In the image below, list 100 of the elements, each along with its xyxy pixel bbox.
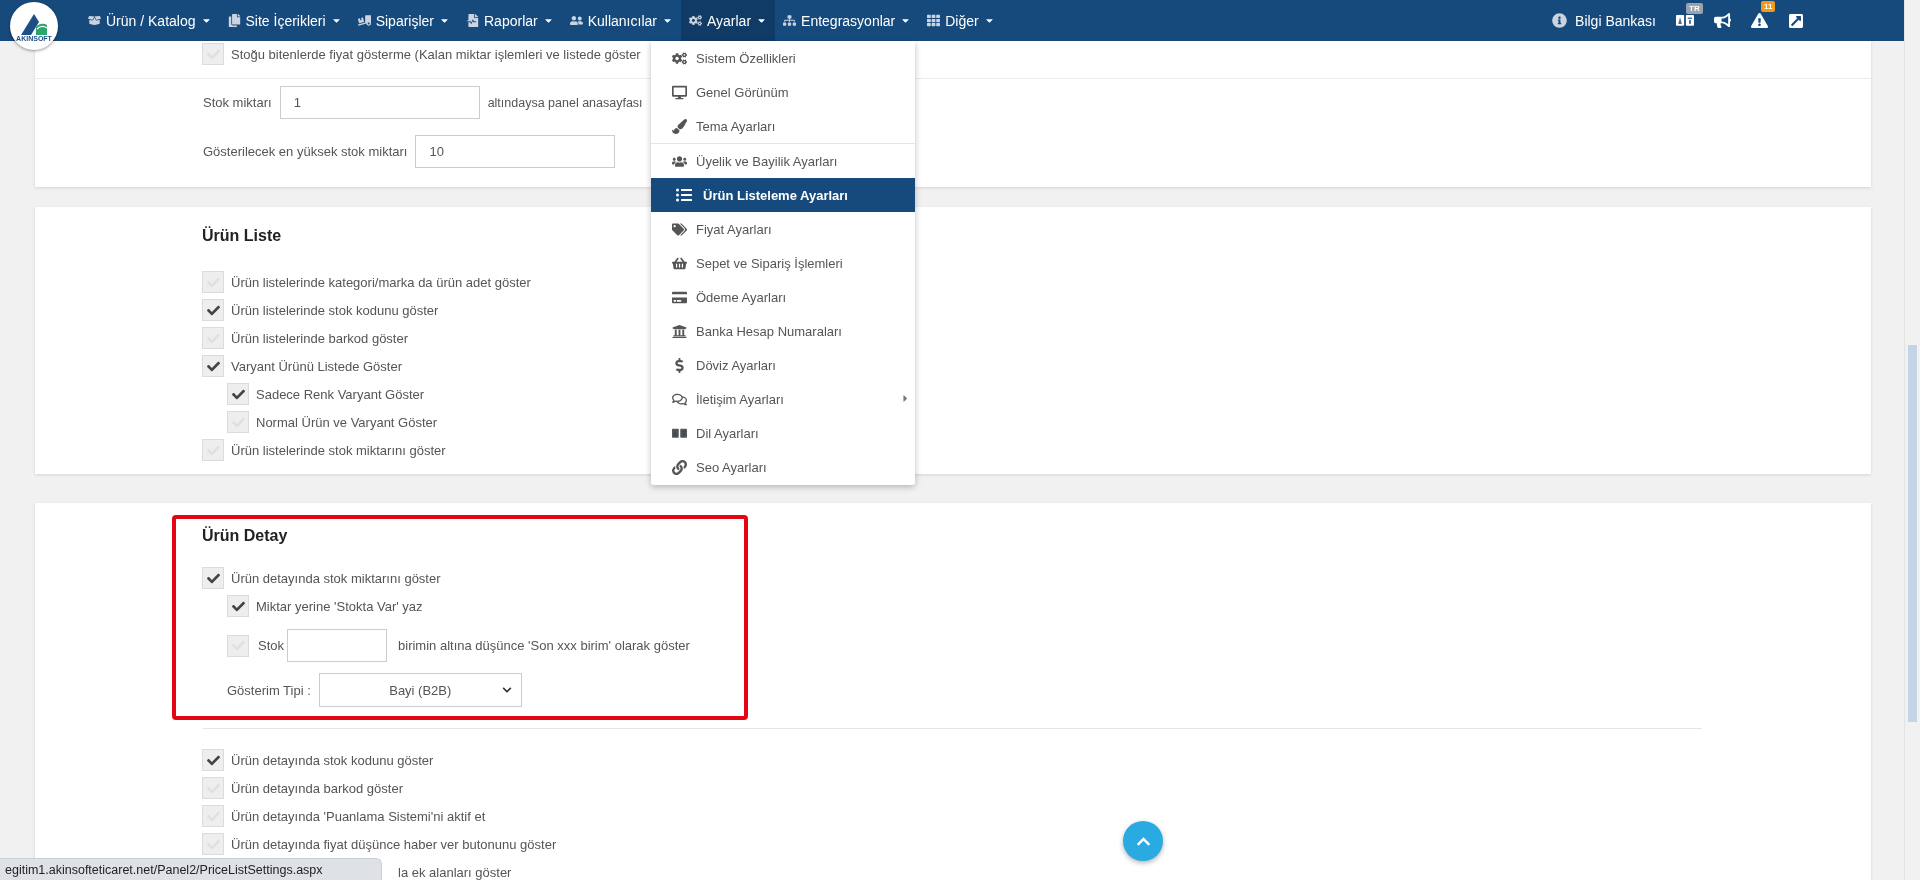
option-label: Ürün detayında barkod göster: [231, 780, 403, 796]
field-label: Gösterilecek en yüksek stok miktarı: [203, 144, 408, 159]
dropdown-item[interactable]: Fiyat Ayarları: [651, 212, 915, 246]
basket-icon: [672, 255, 687, 271]
box-icon: [88, 14, 101, 27]
status-bar-url: egitim1.akinsofteticaret.net/Panel2/PriceListSettings.aspx: [0, 858, 382, 880]
dropdown-item[interactable]: Ödeme Ayarları: [651, 280, 915, 314]
monitor-icon: [672, 84, 687, 100]
chevron-down-icon: [501, 685, 512, 695]
check-icon: [206, 571, 220, 585]
megaphone-icon[interactable]: [1714, 12, 1731, 29]
truck-icon: [357, 14, 371, 27]
nav-menu-item[interactable]: Ürün / Katalog: [80, 0, 220, 41]
external-link-icon[interactable]: [1788, 12, 1804, 29]
checkbox[interactable]: [202, 833, 224, 855]
dropdown-item[interactable]: Üyelik ve Bayilik Ayarları: [651, 144, 915, 178]
section-title: Ürün Detay: [202, 525, 288, 546]
checkbox[interactable]: [202, 439, 224, 461]
nav-menu-item[interactable]: Diğer: [919, 0, 1003, 41]
check-icon: [231, 387, 245, 401]
warning-icon[interactable]: [1751, 12, 1768, 29]
tags-icon: [672, 221, 687, 237]
check-icon: [206, 753, 220, 767]
help-link[interactable]: Bilgi Bankası: [1552, 12, 1656, 29]
option-label: Ürün detayında 'Puanlama Sistemi'ni aktif et: [231, 808, 486, 824]
checkbox[interactable]: [202, 299, 224, 321]
dropdown-item[interactable]: Seo Ayarları: [651, 450, 915, 484]
list-icon: [676, 187, 692, 203]
nav-menu-item[interactable]: Entegrasyonlar: [775, 0, 920, 41]
alerts-badge: 11: [1761, 1, 1776, 12]
sitemap-icon: [783, 14, 797, 27]
option-label: Sadece Renk Varyant Göster: [256, 386, 425, 402]
option-label: Stoğu bitenlerde fiyat gösterme (Kalan miktar işlemleri ve listede göster: [231, 46, 641, 62]
dropdown-item[interactable]: Genel Görünüm: [651, 75, 915, 109]
field-label: Stok miktarı: [203, 95, 272, 110]
field-label: Gösterim Tipi :: [227, 682, 311, 698]
checkbox[interactable]: [202, 43, 224, 65]
language-icon[interactable]: [1676, 14, 1694, 27]
option-label: Ürün listelerinde stok miktarını göster: [231, 442, 446, 458]
dropdown-item[interactable]: Sepet ve Sipariş İşlemleri: [651, 246, 915, 280]
checkbox[interactable]: [227, 595, 249, 617]
dropdown-item[interactable]: Sistem Özellikleri: [651, 41, 915, 75]
info-icon: [1552, 13, 1568, 28]
dropdown-item[interactable]: İletişim Ayarları: [651, 382, 915, 416]
option-label: Stok: [258, 638, 284, 653]
input-field[interactable]: 10: [415, 135, 616, 168]
users-icon: [672, 153, 687, 169]
option-label: Normal Ürün ve Varyant Göster: [256, 414, 438, 430]
option-label: Ürün listelerinde barkod göster: [231, 330, 409, 346]
report-icon: [466, 14, 479, 27]
gears-icon: [672, 50, 687, 66]
option-label: Miktar yerine 'Stokta Var' yaz: [256, 598, 423, 614]
option-label: birimin altına düşünce 'Son xxx birim' olarak göster: [398, 638, 690, 653]
nav-menu-item[interactable]: Raporlar: [458, 0, 562, 41]
checkbox[interactable]: [202, 777, 224, 799]
chat-icon: [672, 391, 687, 407]
check-icon: [206, 303, 220, 317]
dropdown-item[interactable]: Dil Ayarları: [651, 416, 915, 450]
check-icon: [206, 359, 220, 373]
option-label: Ürün listelerinde stok kodunu göster: [231, 302, 439, 318]
display-type-select[interactable]: Bayi (B2B): [318, 673, 522, 707]
checkbox[interactable]: [202, 355, 224, 377]
checkbox[interactable]: [202, 805, 224, 827]
option-label: la ek alanları göster: [398, 864, 512, 880]
card-icon: [672, 289, 687, 305]
gears-icon: [688, 14, 702, 27]
section-title: Ürün Liste: [202, 225, 282, 246]
check-icon: [231, 599, 245, 613]
checkbox[interactable]: [202, 271, 224, 293]
option-label: Ürün detayında stok kodunu göster: [231, 752, 434, 768]
copy-icon: [227, 14, 241, 27]
checkbox[interactable]: [227, 634, 249, 657]
nav-menu-item[interactable]: Site İçerikleri: [219, 0, 350, 41]
checkbox[interactable]: [202, 327, 224, 349]
language-badge: TR: [1686, 3, 1703, 15]
nav-menu-item[interactable]: Ayarlar: [680, 0, 776, 41]
checkbox[interactable]: [227, 383, 249, 405]
checkbox[interactable]: [202, 749, 224, 771]
dropdown-item[interactable]: Döviz Ayarları: [651, 348, 915, 382]
grid-icon: [927, 14, 941, 27]
checkbox[interactable]: [227, 411, 249, 433]
option-label: Ürün detayında fiyat düşünce haber ver butonunu göster: [231, 836, 557, 852]
dropdown-item[interactable]: Banka Hesap Numaraları: [651, 314, 915, 348]
option-label: Varyant Ürünü Listede Göster: [231, 358, 402, 374]
input-field[interactable]: 1: [279, 86, 480, 119]
bank-icon: [672, 323, 687, 339]
dropdown-item[interactable]: Tema Ayarları: [651, 109, 915, 143]
language-icon: [672, 427, 687, 439]
link-icon: [672, 459, 687, 475]
option-label: Ürün detayında stok miktarını göster: [231, 570, 441, 586]
brush-icon: [672, 118, 687, 134]
dropdown-item[interactable]: Ürün Listeleme Ayarları: [651, 178, 915, 212]
nav-menu-item[interactable]: Siparişler: [349, 0, 458, 41]
scrollbar[interactable]: [1904, 0, 1920, 880]
field-suffix: altındaysa panel anasayfası: [487, 95, 643, 110]
checkbox[interactable]: [202, 567, 224, 589]
users-icon: [569, 14, 583, 27]
nav-menu-item[interactable]: Kullanıcılar: [561, 0, 681, 41]
option-label: Ürün listelerinde kategori/marka da ürün adet göster: [231, 274, 531, 290]
input-field[interactable]: [287, 629, 387, 662]
